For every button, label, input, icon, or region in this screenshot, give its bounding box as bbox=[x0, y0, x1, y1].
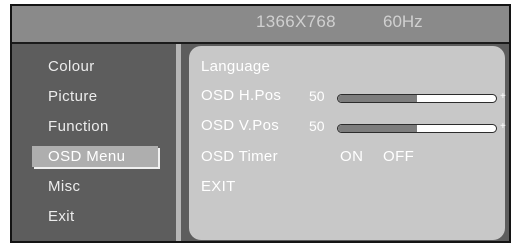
sidebar-separator bbox=[176, 44, 181, 241]
osd-vpos-value: 50 bbox=[309, 118, 325, 134]
osd-timer-on-option[interactable]: ON bbox=[340, 148, 363, 165]
osd-vpos-slider[interactable] bbox=[337, 124, 497, 133]
menu-item-picture[interactable]: Picture bbox=[48, 88, 98, 105]
osd-vpos-label: OSD V.Pos bbox=[201, 117, 280, 134]
menu-item-misc[interactable]: Misc bbox=[48, 178, 80, 195]
menu-item-exit[interactable]: Exit bbox=[48, 208, 75, 225]
osd-settings-panel: Language OSD H.Pos 50 + OSD V.Pos 50 + O… bbox=[189, 46, 506, 240]
menu-item-function[interactable]: Function bbox=[48, 118, 109, 135]
menu-item-osd-menu[interactable]: OSD Menu bbox=[32, 146, 158, 167]
osd-hpos-plus-icon: + bbox=[500, 91, 506, 102]
exit-option[interactable]: EXIT bbox=[201, 178, 236, 195]
osd-vpos-slider-fill bbox=[338, 125, 417, 132]
osd-hpos-value: 50 bbox=[309, 88, 325, 104]
osd-hpos-slider[interactable] bbox=[337, 94, 497, 103]
osd-vpos-plus-icon: + bbox=[500, 121, 506, 132]
refresh-rate-text: 60Hz bbox=[383, 12, 423, 31]
osd-menu-sidebar: Colour Picture Function OSD Menu Misc Ex… bbox=[12, 44, 174, 241]
osd-window: 1366X768 60Hz Colour Picture Function OS… bbox=[10, 4, 511, 243]
osd-hpos-slider-fill bbox=[338, 95, 417, 102]
osd-timer-off-option[interactable]: OFF bbox=[383, 148, 414, 165]
language-option[interactable]: Language bbox=[201, 58, 270, 75]
menu-item-colour[interactable]: Colour bbox=[48, 58, 95, 75]
osd-header: 1366X768 60Hz bbox=[12, 6, 509, 42]
osd-timer-label: OSD Timer bbox=[201, 148, 278, 165]
resolution-text: 1366X768 bbox=[256, 12, 336, 31]
osd-hpos-label: OSD H.Pos bbox=[201, 87, 282, 104]
